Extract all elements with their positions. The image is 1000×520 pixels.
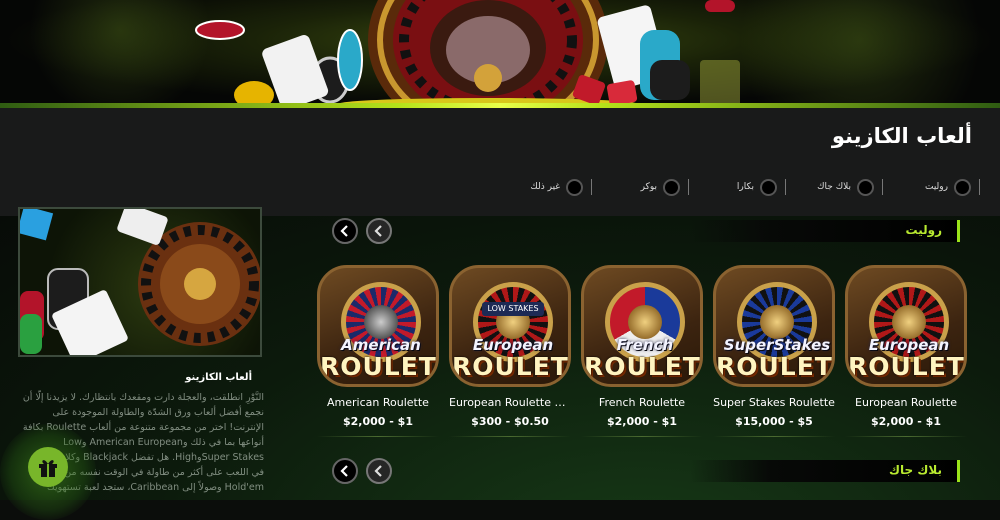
game-card[interactable]: SuperStakes ROULETTE Super Stakes Roulet… <box>713 265 835 437</box>
filter-label: بلاك جاك <box>817 182 851 192</box>
section-title: روليت <box>905 223 942 237</box>
game-thumbnail[interactable]: European ROULETTE <box>845 265 967 387</box>
game-thumbnail[interactable]: SuperStakes ROULETTE <box>713 265 835 387</box>
wheel-hub <box>628 305 662 339</box>
game-thumbnail[interactable]: American ROULETTE <box>317 265 439 387</box>
game-card[interactable]: European ROULETTE European Roulette $2,0… <box>845 265 967 437</box>
game-limits: $2,000 - $1 <box>607 415 677 428</box>
promo-title: ألعاب الكازينو <box>185 372 252 383</box>
hero-banner <box>0 0 1000 108</box>
filter-label: غير ذلك <box>530 182 560 192</box>
carousel-next-button[interactable] <box>366 218 392 244</box>
radio-icon[interactable] <box>760 178 777 196</box>
roulette-hero-illustration <box>195 0 740 108</box>
roulette-promo-illustration <box>20 209 260 355</box>
game-logo-bottom: ROULETTE <box>584 352 702 381</box>
chevron-left-icon <box>374 465 382 477</box>
filter-label: بوكر <box>640 182 657 192</box>
radio-icon[interactable] <box>857 178 874 196</box>
game-name[interactable]: Super Stakes Roulette <box>713 396 835 409</box>
page-title: ألعاب الكازينو <box>831 124 972 148</box>
game-card[interactable]: LOW STAKES European ROULETTE European Ro… <box>449 265 571 437</box>
filter-blackjack[interactable]: بلاك جاك <box>786 175 883 199</box>
low-stakes-badge: LOW STAKES <box>482 302 544 316</box>
filter-other[interactable]: غير ذلك <box>495 175 592 199</box>
filter-poker[interactable]: بوكر <box>592 175 689 199</box>
wheel-hub <box>892 305 926 339</box>
carousel-prev-button[interactable] <box>332 218 358 244</box>
game-limits: $15,000 - $5 <box>735 415 813 428</box>
wheel-hub <box>760 305 794 339</box>
game-name[interactable]: European Roulette <box>845 396 967 409</box>
radio-icon[interactable] <box>663 178 680 196</box>
game-logo-bottom: ROULETTE <box>320 352 438 381</box>
game-card[interactable]: French ROULETTE French Roulette $2,000 -… <box>581 265 703 437</box>
section-accent <box>957 220 960 242</box>
wheel-hub <box>364 305 398 339</box>
chevron-left-icon <box>340 225 348 237</box>
promo-line: النَّوْرِ انطلقت، والعجلة دارت ومقعدك با… <box>22 392 264 403</box>
gift-icon <box>39 460 57 477</box>
filter-baccarat[interactable]: بكارا <box>689 175 786 199</box>
filter-label: روليت <box>925 182 948 192</box>
game-limits: $300 - $0.50 <box>471 415 549 428</box>
radio-icon[interactable] <box>566 178 583 196</box>
game-logo-bottom: ROULETTE <box>452 352 570 381</box>
carousel-next-button[interactable] <box>366 458 392 484</box>
carousel-prev-button[interactable] <box>332 458 358 484</box>
filter-roulette[interactable]: روليت <box>883 175 980 199</box>
card-divider <box>845 436 967 437</box>
game-limits: $2,000 - $1 <box>343 415 413 428</box>
filter-separator <box>979 179 980 195</box>
game-thumbnail[interactable]: French ROULETTE <box>581 265 703 387</box>
radio-icon[interactable] <box>954 178 971 196</box>
gift-button[interactable] <box>28 447 68 487</box>
section-header-blackjack: بلاك جاك <box>690 460 960 482</box>
card-divider <box>449 436 571 437</box>
game-thumbnail[interactable]: LOW STAKES European ROULETTE <box>449 265 571 387</box>
section-accent <box>957 460 960 482</box>
chip-stack-icon <box>195 20 363 108</box>
promo-line: نجمع أفضل ألعاب ورق الشدّة والطاولة المو… <box>52 407 264 418</box>
game-logo-bottom: ROULETTE <box>848 352 966 381</box>
category-filter-group: روليت بلاك جاك بكارا بوكر غير ذلك <box>480 175 980 199</box>
filter-label: بكارا <box>736 182 754 192</box>
game-card[interactable]: American ROULETTE American Roulette $2,0… <box>317 265 439 437</box>
card-divider <box>317 436 439 437</box>
section-title: بلاك جاك <box>889 463 942 477</box>
game-name[interactable]: American Roulette <box>317 396 439 409</box>
card-divider <box>581 436 703 437</box>
promo-image <box>18 207 262 357</box>
game-limits: $2,000 - $1 <box>871 415 941 428</box>
game-logo-bottom: ROULETTE <box>716 352 834 381</box>
chevron-left-icon <box>374 225 382 237</box>
game-name[interactable]: European Roulette Low ... <box>449 396 571 409</box>
chevron-left-icon <box>340 465 348 477</box>
game-name[interactable]: French Roulette <box>581 396 703 409</box>
card-divider <box>713 436 835 437</box>
section-header-roulette: روليت <box>690 220 960 242</box>
